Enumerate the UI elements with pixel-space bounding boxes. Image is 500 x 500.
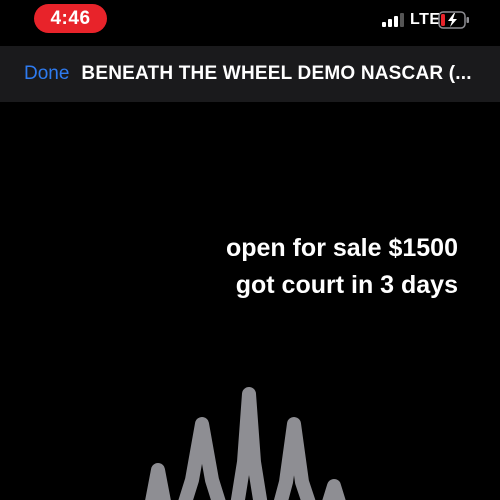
status-bar: 4:46 LTE xyxy=(0,0,500,46)
status-time[interactable]: 4:46 xyxy=(34,4,107,33)
page-title: BENEATH THE WHEEL DEMO NASCAR (... xyxy=(81,63,472,84)
caption-line-2: got court in 3 days xyxy=(235,271,458,299)
network-type: LTE xyxy=(410,11,441,28)
audio-waveform-icon xyxy=(145,387,346,500)
battery-charging-icon xyxy=(438,11,469,29)
caption-text: open for sale $1500 got court in 3 days xyxy=(226,230,458,304)
done-button[interactable]: Done xyxy=(24,63,69,85)
caption-line-1: open for sale $1500 xyxy=(225,234,458,262)
navigation-bar: Done BENEATH THE WHEEL DEMO NASCAR (... xyxy=(0,46,500,102)
cellular-signal-icon xyxy=(382,13,404,27)
story-content[interactable]: open for sale $1500 got court in 3 days xyxy=(0,102,500,500)
